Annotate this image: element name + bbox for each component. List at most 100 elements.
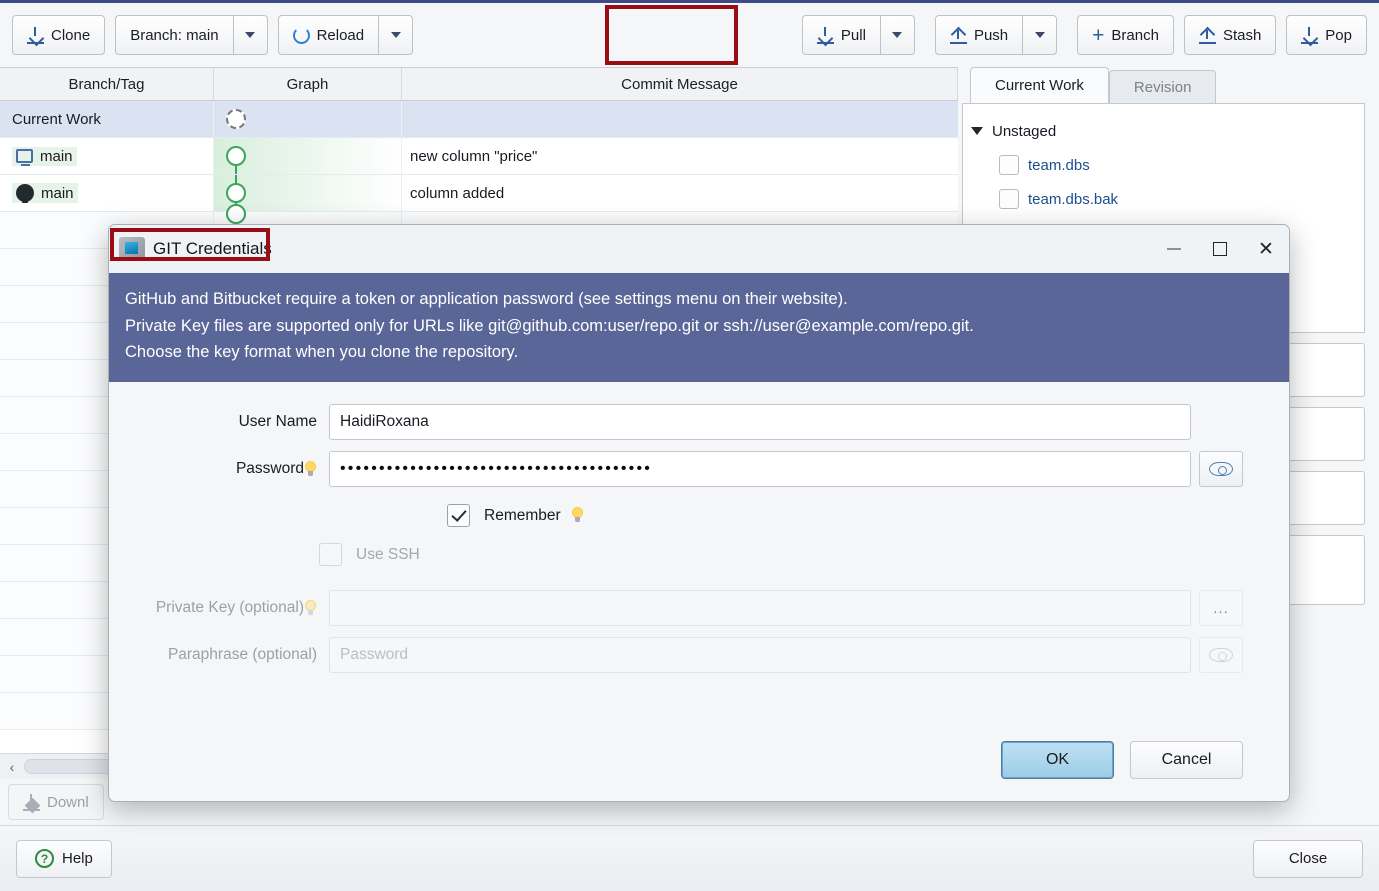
tab-revision[interactable]: Revision (1108, 70, 1217, 103)
push-button[interactable]: Push (934, 15, 1023, 55)
password-row: Password •••••••••••••••••••••••••••••••… (109, 451, 1289, 488)
hint-bulb-icon[interactable] (304, 599, 317, 617)
branch-button-label: Branch (1111, 26, 1159, 44)
download-icon (27, 26, 44, 44)
username-input[interactable]: HaidiRoxana (329, 404, 1191, 441)
github-icon (16, 184, 34, 203)
chevron-down-icon (892, 32, 903, 38)
row-branch-label: main (41, 184, 74, 202)
branch-chip: main (12, 183, 78, 203)
download-icon (816, 26, 834, 44)
side-panel-tabs: Current Work Revision (962, 67, 1365, 103)
pop-button[interactable]: Pop (1286, 15, 1367, 55)
maximize-icon (1213, 242, 1227, 256)
table-header: Branch/Tag Graph Commit Message (0, 67, 958, 101)
stash-button[interactable]: Stash (1183, 15, 1277, 55)
clone-button[interactable]: Clone (12, 15, 106, 55)
file-name-label: team.dbs (1028, 156, 1090, 174)
help-button[interactable]: ? Help (16, 839, 112, 878)
minimize-icon (1167, 248, 1181, 250)
tab-current-work-label: Current Work (995, 77, 1084, 94)
reload-group[interactable]: Reload (277, 15, 414, 55)
branch-select-dropdown[interactable] (232, 15, 268, 55)
scroll-left-icon[interactable]: ‹ (0, 759, 24, 775)
push-group[interactable]: Push (934, 15, 1058, 55)
branch-chip: main (12, 146, 77, 166)
window-controls: ✕ (1151, 225, 1289, 273)
push-dropdown[interactable] (1022, 15, 1058, 55)
banner-line-2: Private Key files are supported only for… (125, 316, 974, 335)
hint-bulb-icon[interactable] (571, 507, 584, 524)
remember-checkbox[interactable] (447, 504, 470, 528)
row-branch-label: Current Work (12, 110, 101, 128)
pull-group[interactable]: Pull (801, 15, 915, 55)
branch-select-button[interactable]: Branch: main (115, 15, 233, 55)
tab-current-work[interactable]: Current Work (970, 67, 1109, 103)
remember-label: Remember (484, 506, 561, 524)
minimize-button[interactable] (1151, 225, 1197, 273)
row-message-cell: column added (402, 175, 958, 211)
toggle-paraphrase-visibility-button[interactable] (1199, 637, 1243, 674)
table-row[interactable]: main new column "price" (0, 138, 958, 175)
download-icon (23, 793, 40, 811)
file-checkbox[interactable] (999, 155, 1019, 175)
row-branch-cell: main (0, 138, 214, 174)
branch-button[interactable]: + Branch (1077, 15, 1174, 55)
eye-icon (1209, 462, 1233, 477)
paraphrase-label: Paraphrase (optional) (167, 646, 317, 664)
toggle-password-visibility-button[interactable] (1199, 451, 1243, 488)
table-row[interactable]: main column added (0, 175, 958, 212)
maximize-button[interactable] (1197, 225, 1243, 273)
tree-group-unstaged[interactable]: Unstaged (971, 114, 1356, 148)
cancel-button[interactable]: Cancel (1130, 741, 1243, 779)
reload-button-label: Reload (316, 26, 365, 44)
clone-button-label: Clone (51, 26, 91, 44)
table-row[interactable]: Current Work (0, 101, 958, 138)
reload-dropdown[interactable] (378, 15, 414, 55)
column-header-branch[interactable]: Branch/Tag (0, 68, 214, 100)
pull-button[interactable]: Pull (801, 15, 880, 55)
graph-node-icon (226, 183, 246, 203)
username-row: User Name HaidiRoxana (109, 404, 1289, 441)
reload-button[interactable]: Reload (277, 15, 379, 55)
list-item[interactable]: team.dbs (971, 148, 1356, 182)
use-ssh-checkbox[interactable] (319, 543, 342, 567)
download-button-label: Downl (47, 793, 89, 811)
download-button[interactable]: Downl (8, 784, 104, 820)
dialog-title-bar[interactable]: GIT Credentials ✕ (109, 225, 1289, 273)
branch-select-group[interactable]: Branch: main (115, 15, 268, 55)
private-key-label: Private Key (optional) (109, 599, 329, 617)
password-label-text: Password (235, 460, 304, 478)
file-checkbox[interactable] (999, 189, 1019, 209)
dialog-title: GIT Credentials (153, 239, 272, 258)
eye-icon (1209, 648, 1233, 663)
password-input[interactable]: •••••••••••••••••••••••••••••••••••••••• (329, 451, 1191, 488)
ok-button-label: OK (1045, 751, 1070, 768)
dialog-footer: OK Cancel (109, 741, 1289, 801)
cancel-button-label: Cancel (1161, 751, 1212, 768)
close-button[interactable]: Close (1253, 839, 1363, 878)
password-value: •••••••••••••••••••••••••••••••••••••••• (340, 460, 653, 478)
pull-dropdown[interactable] (879, 15, 915, 55)
tab-revision-label: Revision (1133, 78, 1192, 96)
column-header-graph[interactable]: Graph (214, 68, 402, 100)
question-mark-icon: ? (35, 849, 54, 868)
list-item[interactable]: team.dbs.bak (971, 182, 1356, 216)
monitor-icon (16, 149, 33, 166)
pop-button-label: Pop (1325, 26, 1352, 44)
column-header-message[interactable]: Commit Message (402, 68, 958, 100)
close-icon: ✕ (1258, 238, 1274, 260)
push-button-label: Push (973, 26, 1009, 44)
graph-node-icon (226, 146, 246, 166)
paraphrase-input[interactable]: Password (329, 637, 1191, 674)
hint-bulb-icon[interactable] (304, 460, 317, 478)
close-icon-button[interactable]: ✕ (1243, 225, 1289, 273)
private-key-input[interactable] (329, 590, 1191, 627)
close-button-label: Close (1288, 850, 1328, 867)
row-message-cell (402, 101, 958, 137)
row-message-label: column added (410, 184, 505, 202)
triangle-down-icon[interactable] (971, 127, 983, 135)
row-branch-cell: main (0, 175, 214, 211)
browse-private-key-button[interactable]: ... (1199, 590, 1243, 627)
ok-button[interactable]: OK (1001, 741, 1114, 779)
